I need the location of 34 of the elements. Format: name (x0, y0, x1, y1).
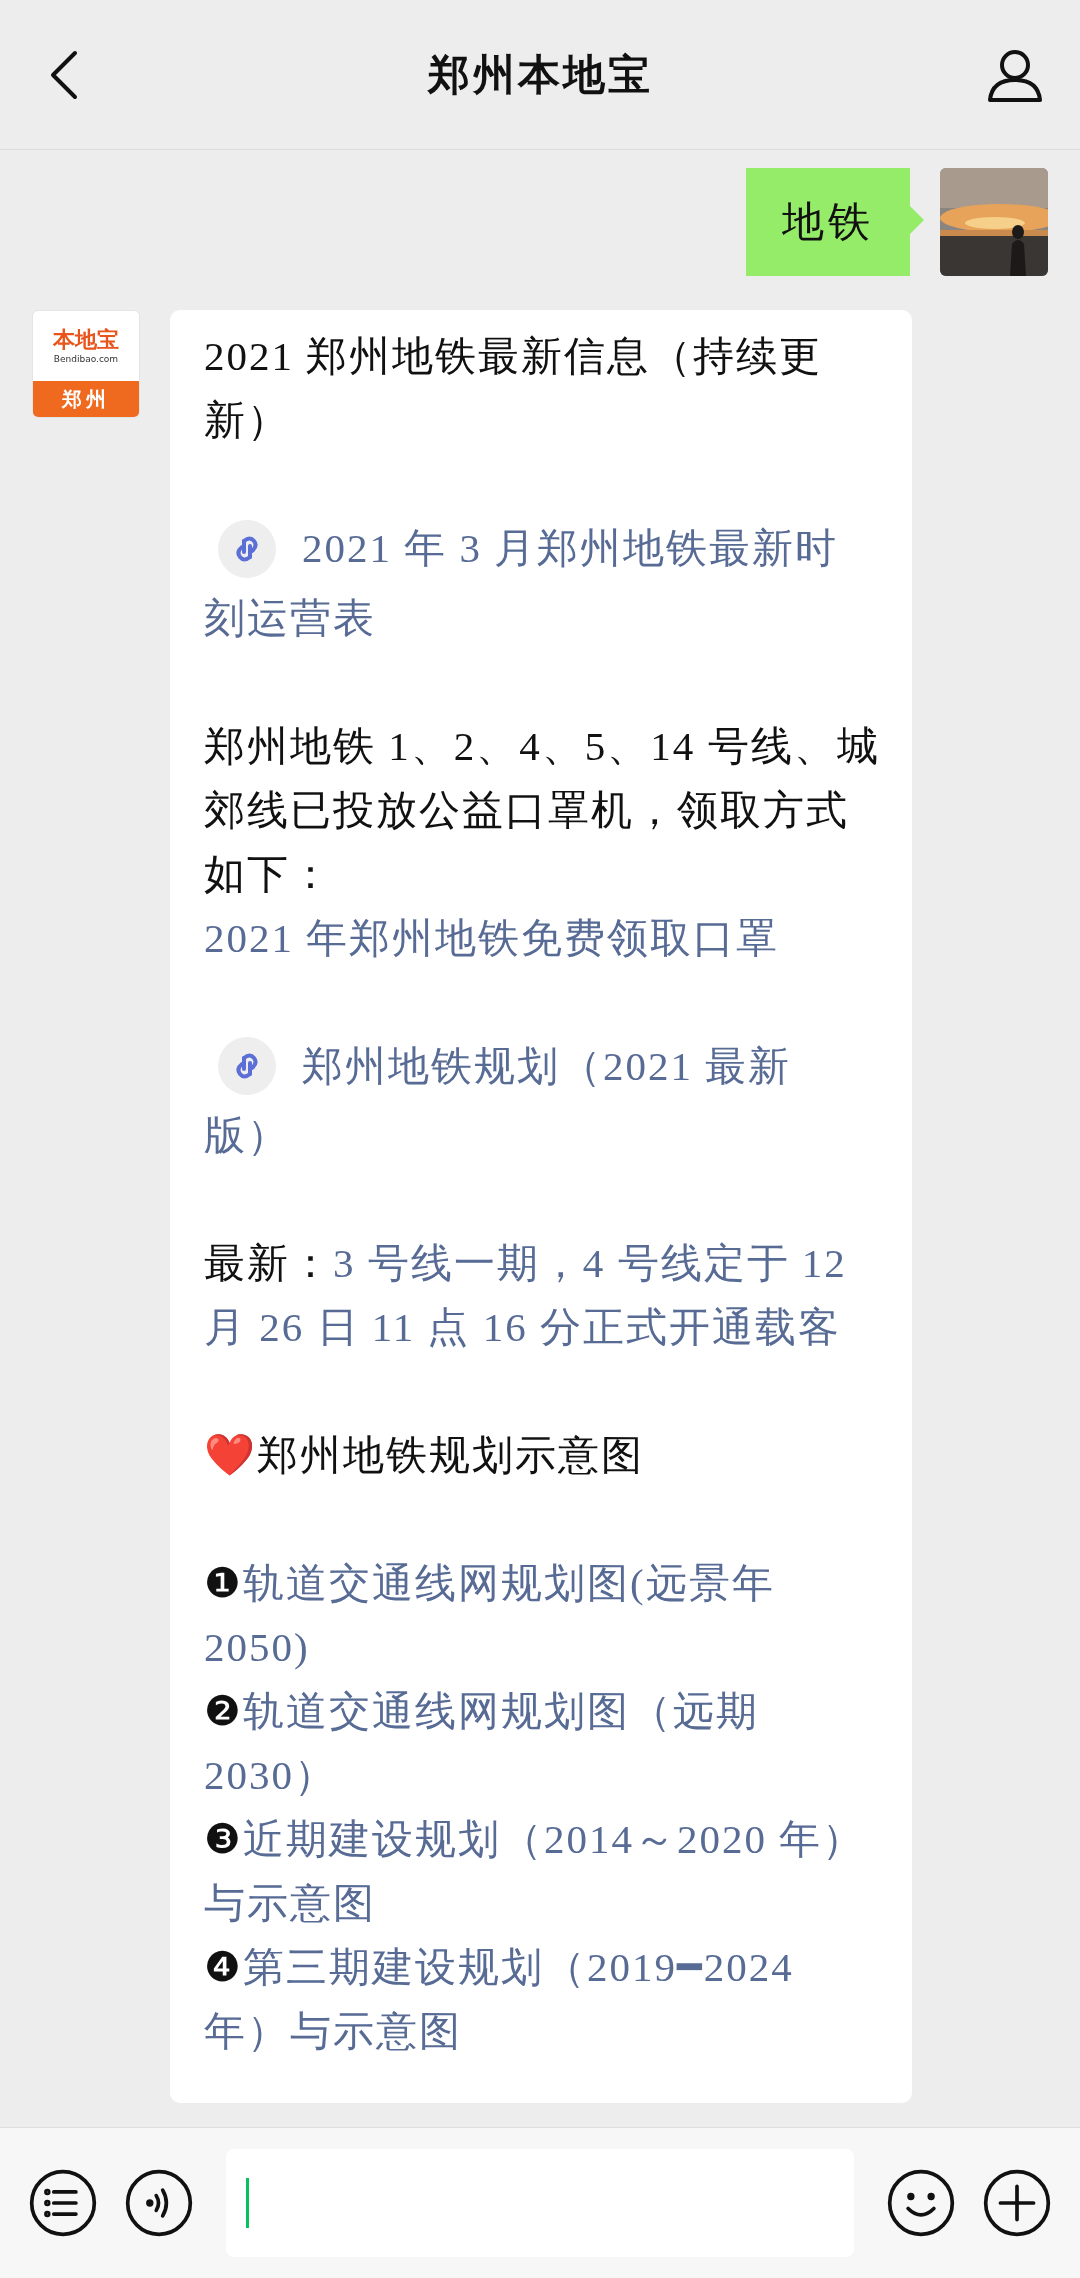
article-text: ❹ (204, 1944, 243, 1991)
emoji-icon[interactable] (886, 2168, 956, 2238)
message-input[interactable] (226, 2149, 854, 2257)
voice-icon[interactable] (124, 2168, 194, 2238)
plus-icon[interactable] (982, 2168, 1052, 2238)
article-link[interactable]: 2050) (204, 1624, 310, 1671)
article-link[interactable]: 第三期建设规划（2019━2024 (243, 1944, 794, 1991)
article-link[interactable]: 2021 年郑州地铁免费领取口罩 (204, 914, 780, 961)
article-link[interactable]: 与示意图 (204, 1880, 376, 1927)
article-text: ❷ (204, 1688, 243, 1735)
article-text: ❶ (204, 1560, 243, 1607)
article-text: 2021 郑州地铁最新信息（持续更新） (204, 333, 823, 443)
article-link[interactable]: 2030） (204, 1752, 337, 1799)
article-text: ❸ (204, 1816, 243, 1863)
article-link[interactable]: 2021 年 3 月郑州地铁最新时 (302, 525, 839, 571)
logo-text: 郑州 (33, 381, 139, 417)
article-text: ❤郑州地铁规划示意图 (204, 1432, 644, 1479)
article-link[interactable]: 近期建设规划（2014～2020 年） (243, 1816, 866, 1863)
article-link[interactable]: 轨道交通线网规划图（远期 (243, 1688, 759, 1735)
article-link[interactable]: 年）与示意图 (204, 2008, 462, 2055)
article-text: 最新： (204, 1240, 333, 1287)
article-text: 郑州地铁 1、2、4、5、14 号线、城郊线已投放公益口罩机，领取方式如下： (204, 722, 880, 897)
article-link[interactable]: 3 号线一期，4 号线定于 12 (333, 1240, 847, 1287)
chat-title: 郑州本地宝 (427, 48, 653, 101)
logo-text: Bendibao.com (53, 353, 119, 365)
article-link[interactable]: 月 26 日 11 点 16 分正式开通载客 (204, 1304, 841, 1351)
menu-icon[interactable] (28, 2168, 98, 2238)
logo-text: 本地宝 (53, 327, 119, 353)
article-link[interactable]: 版） (204, 1112, 290, 1159)
logo-avatar[interactable]: 本地宝 Bendibao.com 郑州 (32, 310, 140, 418)
article-link[interactable]: 郑州地铁规划（2021 最新 (302, 1042, 792, 1089)
article-link[interactable]: 刻运营表 (204, 594, 376, 641)
article-link[interactable]: 轨道交通线网规划图(远景年 (243, 1560, 775, 1607)
message-bubble[interactable]: 地铁 (746, 168, 924, 276)
